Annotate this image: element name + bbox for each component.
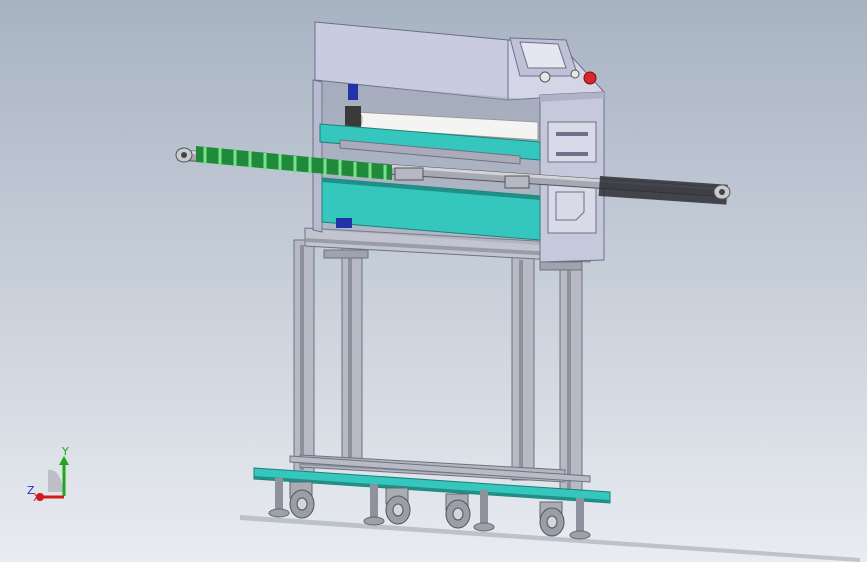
triad-y-label: Y [61, 445, 69, 458]
orientation-triad[interactable]: Y Z X [27, 445, 69, 504]
control-knob-1 [539, 71, 551, 83]
control-knob-2 [570, 69, 580, 79]
caster-2 [363, 484, 411, 526]
machine-3d-model[interactable]: Y Z X [0, 0, 867, 562]
actuator-top [348, 84, 358, 100]
frame-legs [293, 227, 591, 498]
model-viewport[interactable]: Y Z X [0, 0, 867, 562]
actuator-bottom [336, 218, 352, 228]
triad-plane-icon [48, 469, 64, 492]
triad-x-label: X [33, 491, 41, 504]
stop-button [583, 71, 597, 85]
caster-3 [445, 490, 495, 532]
caster-1 [268, 478, 315, 519]
caster-4 [539, 498, 591, 540]
